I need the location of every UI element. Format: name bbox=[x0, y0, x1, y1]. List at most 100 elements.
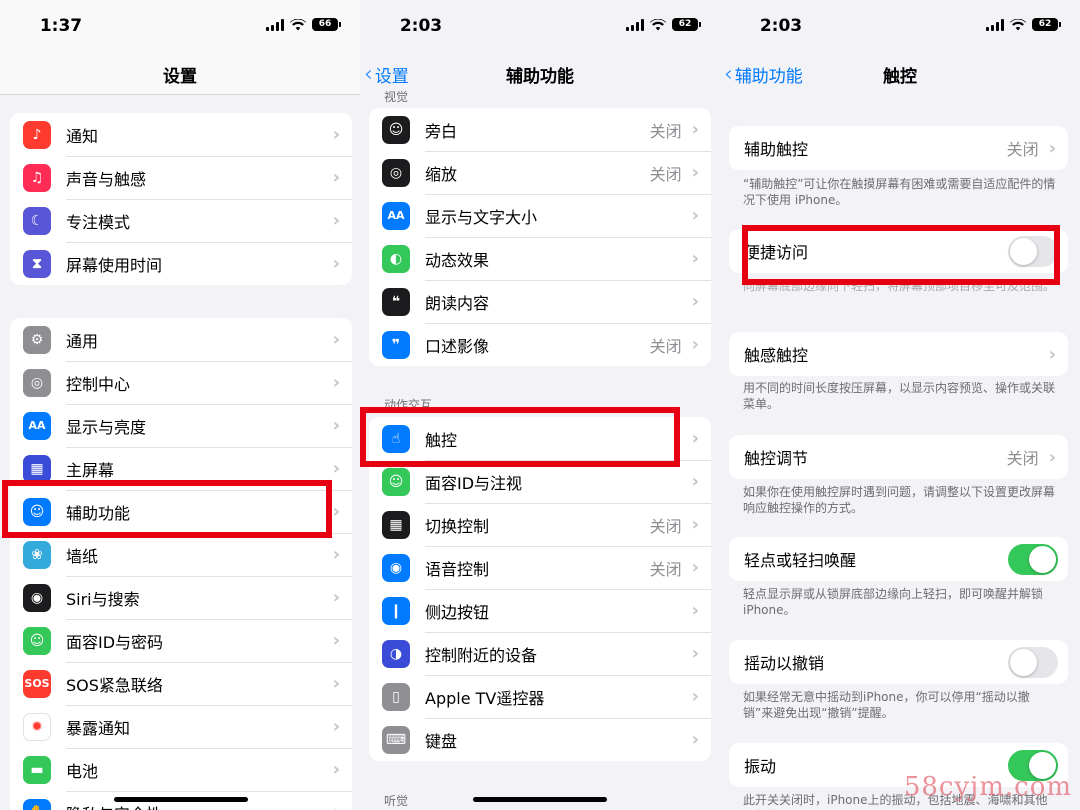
chevron-right-icon: › bbox=[691, 600, 699, 621]
chevron-right-icon: › bbox=[332, 716, 340, 737]
settings-row[interactable]: ▦ 切换控制 关闭 › bbox=[369, 503, 711, 546]
chevron-right-icon: › bbox=[691, 643, 699, 664]
row-label: 声音与触感 bbox=[66, 169, 147, 189]
accessibility-group-interaction: ☝ 触控 › ☺ 面容ID与注视 › ▦ 切换控制 关闭 › ◉ 语音控制 关闭 › ❙ 侧边按钮 › ◑ 控制附近… bbox=[369, 417, 711, 761]
settings-row[interactable]: ☺ 旁白 关闭 › bbox=[369, 108, 711, 151]
row-label: Apple TV遥控器 bbox=[425, 688, 545, 708]
settings-row[interactable]: AA 显示与文字大小 › bbox=[369, 194, 711, 237]
cellular-signal-icon bbox=[986, 18, 1004, 31]
audio-description-icon: ❞ bbox=[382, 330, 410, 359]
chevron-right-icon: › bbox=[691, 248, 699, 269]
settings-row[interactable]: ◉ Siri与搜索 › bbox=[10, 576, 352, 619]
chevron-right-icon: › bbox=[332, 329, 340, 350]
accessibility-panel: 2:03 62 ‹ 设置 辅助功能 视觉 ☺ 旁白 关闭 › ◎ 缩放 关闭 › AA 显示与文字大… bbox=[360, 0, 720, 810]
battery-indicator: 62 bbox=[1032, 18, 1061, 31]
chevron-right-icon: › bbox=[1048, 137, 1056, 159]
status-bar: 2:03 62 bbox=[360, 0, 720, 52]
row-label: 语音控制 bbox=[425, 559, 490, 579]
page-title: 设置 bbox=[163, 67, 197, 87]
hourglass-icon: ⧗ bbox=[23, 249, 51, 278]
text-size-icon: AA bbox=[23, 411, 51, 440]
chevron-right-icon: › bbox=[332, 501, 340, 522]
face-id-icon: ☺ bbox=[23, 626, 51, 655]
page-title: 触控 bbox=[883, 67, 917, 87]
home-indicator bbox=[473, 797, 607, 802]
wifi-icon bbox=[650, 18, 666, 30]
tap-to-wake-note: 轻点显示屏或从锁屏底部边缘向上轻扫，即可唤醒并解锁iPhone。 bbox=[743, 587, 1044, 617]
haptic-touch-row[interactable]: 触感触控 › bbox=[729, 332, 1068, 376]
chevron-right-icon: › bbox=[333, 802, 340, 810]
toggle-knob bbox=[1029, 545, 1056, 573]
status-time: 2:03 bbox=[399, 16, 443, 36]
gear-icon: ⚙ bbox=[23, 325, 51, 354]
row-label: 墙纸 bbox=[66, 546, 99, 566]
chevron-right-icon: › bbox=[691, 514, 699, 535]
shake-to-undo-toggle[interactable] bbox=[1008, 646, 1058, 678]
settings-row[interactable]: ♪ 通知 › bbox=[10, 113, 352, 156]
settings-row[interactable]: ♫ 声音与触感 › bbox=[10, 156, 352, 199]
keyboard-icon: ⌨ bbox=[382, 725, 410, 754]
row-label: 显示与文字大小 bbox=[425, 207, 538, 227]
watermark: 58cyjm.com bbox=[903, 772, 1072, 802]
row-value: 关闭 bbox=[649, 336, 682, 356]
row-label: 动态效果 bbox=[425, 250, 490, 270]
face-id-icon: ☺ bbox=[382, 467, 410, 496]
settings-row[interactable]: ❝ 朗读内容 › bbox=[369, 280, 711, 323]
speaker-icon: ♫ bbox=[23, 163, 51, 192]
text-size-icon: AA bbox=[382, 201, 410, 230]
chevron-right-icon: › bbox=[691, 291, 699, 312]
remote-icon: ▯ bbox=[382, 682, 410, 711]
row-label: 电池 bbox=[66, 761, 99, 781]
chevron-right-icon: › bbox=[332, 210, 340, 231]
nav-bar: 设置 bbox=[0, 52, 360, 94]
row-label: 暴露通知 bbox=[66, 718, 131, 738]
settings-row[interactable]: ⧗ 屏幕使用时间 › bbox=[10, 242, 352, 285]
chevron-right-icon: › bbox=[1048, 343, 1056, 365]
settings-row[interactable]: ▯ Apple TV遥控器 › bbox=[369, 675, 711, 718]
settings-row[interactable]: ❞ 口述影像 关闭 › bbox=[369, 323, 711, 366]
settings-row[interactable]: ◎ 控制中心 › bbox=[10, 361, 352, 404]
settings-row[interactable]: ◎ 缩放 关闭 › bbox=[369, 151, 711, 194]
cellular-signal-icon bbox=[266, 18, 284, 31]
settings-row[interactable]: ❀ 墙纸 › bbox=[10, 533, 352, 576]
settings-row[interactable]: ✹ 暴露通知 › bbox=[10, 705, 352, 748]
nav-bar: ‹ 设置 辅助功能 bbox=[360, 52, 720, 94]
settings-row[interactable]: ☺ 面容ID与密码 › bbox=[10, 619, 352, 662]
status-icons: 62 bbox=[986, 18, 1061, 31]
settings-row[interactable]: ⌨ 键盘 › bbox=[369, 718, 711, 761]
settings-row[interactable]: ☾ 专注模式 › bbox=[10, 199, 352, 242]
settings-row[interactable]: ◉ 语音控制 关闭 › bbox=[369, 546, 711, 589]
settings-row[interactable]: ▬ 电池 › bbox=[10, 748, 352, 791]
bell-icon: ♪ bbox=[23, 120, 51, 149]
settings-row[interactable]: AA 显示与亮度 › bbox=[10, 404, 352, 447]
home-indicator bbox=[114, 797, 248, 802]
siri-icon: ◉ bbox=[23, 583, 51, 612]
speech-icon: ❝ bbox=[382, 287, 410, 316]
settings-row[interactable]: ◑ 控制附近的设备 › bbox=[369, 632, 711, 675]
chevron-right-icon: › bbox=[691, 205, 699, 226]
tap-to-wake-toggle[interactable] bbox=[1008, 543, 1058, 575]
toggle-knob bbox=[1010, 648, 1037, 676]
battery-indicator: 62 bbox=[672, 18, 701, 31]
row-label: 触感触控 bbox=[744, 346, 809, 365]
settings-row[interactable]: ⚙ 通用 › bbox=[10, 318, 352, 361]
row-label: 朗读内容 bbox=[425, 293, 490, 313]
chevron-right-icon: › bbox=[332, 458, 340, 479]
status-bar: 1:37 66 bbox=[0, 0, 360, 52]
wifi-icon bbox=[290, 18, 306, 30]
nav-bar: ‹ 辅助功能 触控 bbox=[720, 52, 1080, 94]
row-value: 关闭 bbox=[649, 121, 682, 141]
assistive-touch-row[interactable]: 辅助触控 关闭 › bbox=[729, 126, 1068, 170]
settings-row[interactable]: ❙ 侧边按钮 › bbox=[369, 589, 711, 632]
section-header-hearing: 听觉 bbox=[384, 794, 409, 808]
home-grid-icon: ▦ bbox=[23, 454, 51, 483]
touch-accommodations-row[interactable]: 触控调节 关闭 › bbox=[729, 435, 1068, 479]
chevron-right-icon: › bbox=[691, 557, 699, 578]
row-label: 通用 bbox=[66, 331, 99, 351]
moon-icon: ☾ bbox=[23, 206, 51, 235]
settings-row[interactable]: ◐ 动态效果 › bbox=[369, 237, 711, 280]
settings-row[interactable]: SOS SOS紧急联络 › bbox=[10, 662, 352, 705]
voiceover-icon: ☺ bbox=[382, 115, 410, 144]
row-label: 主屏幕 bbox=[66, 460, 115, 480]
hand-icon: ✋ bbox=[23, 798, 51, 810]
